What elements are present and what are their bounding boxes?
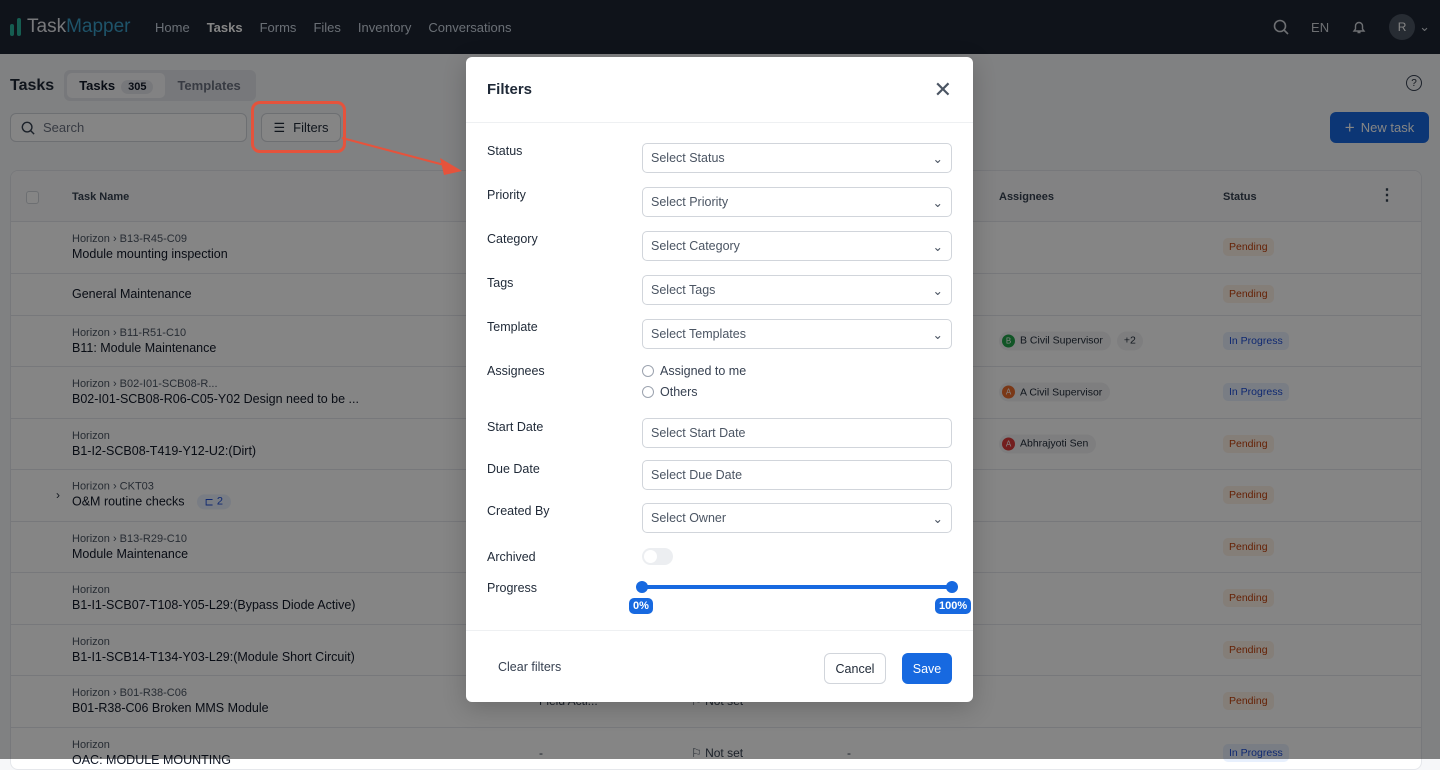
due-date-input[interactable]: Select Due Date xyxy=(642,460,952,490)
chevron-down-icon: ⌄ xyxy=(933,511,943,526)
chevron-down-icon: ⌄ xyxy=(933,327,943,342)
chevron-down-icon: ⌄ xyxy=(933,151,943,166)
template-select[interactable]: Select Templates⌄ xyxy=(642,319,952,349)
progress-min-handle[interactable] xyxy=(636,581,648,593)
archived-toggle[interactable] xyxy=(642,548,673,565)
progress-max-handle[interactable] xyxy=(946,581,958,593)
filters-dialog: Filters ✕ Status Select Status⌄ Priority Sel… xyxy=(466,57,973,702)
start-date-input[interactable]: Select Start Date xyxy=(642,418,952,448)
close-icon[interactable]: ✕ xyxy=(934,79,952,101)
progress-slider-track[interactable] xyxy=(642,585,952,589)
assignees-label: Assignees xyxy=(487,364,545,378)
progress-label: Progress xyxy=(487,581,537,595)
annotation-arrow xyxy=(340,130,470,180)
tags-label: Tags xyxy=(487,276,513,290)
template-label: Template xyxy=(487,320,538,334)
priority-label: Priority xyxy=(487,188,526,202)
dialog-title: Filters xyxy=(487,81,532,98)
archived-label: Archived xyxy=(487,550,536,564)
progress-max-value: 100% xyxy=(935,598,971,614)
progress-min-value: 0% xyxy=(629,598,653,614)
start-date-label: Start Date xyxy=(487,420,543,434)
chevron-down-icon: ⌄ xyxy=(933,283,943,298)
tags-select[interactable]: Select Tags⌄ xyxy=(642,275,952,305)
annotation-highlight xyxy=(251,101,346,153)
others-radio[interactable]: Others xyxy=(642,385,698,399)
category-label: Category xyxy=(487,232,538,246)
priority-select[interactable]: Select Priority⌄ xyxy=(642,187,952,217)
chevron-down-icon: ⌄ xyxy=(933,195,943,210)
assigned-to-me-radio[interactable]: Assigned to me xyxy=(642,364,746,378)
status-label: Status xyxy=(487,144,522,158)
save-button[interactable]: Save xyxy=(902,653,952,684)
due-date-label: Due Date xyxy=(487,462,540,476)
chevron-down-icon: ⌄ xyxy=(933,239,943,254)
clear-filters-button[interactable]: Clear filters xyxy=(498,660,561,674)
created-by-select[interactable]: Select Owner⌄ xyxy=(642,503,952,533)
cancel-button[interactable]: Cancel xyxy=(824,653,886,684)
category-select[interactable]: Select Category⌄ xyxy=(642,231,952,261)
status-select[interactable]: Select Status⌄ xyxy=(642,143,952,173)
created-by-label: Created By xyxy=(487,504,550,518)
